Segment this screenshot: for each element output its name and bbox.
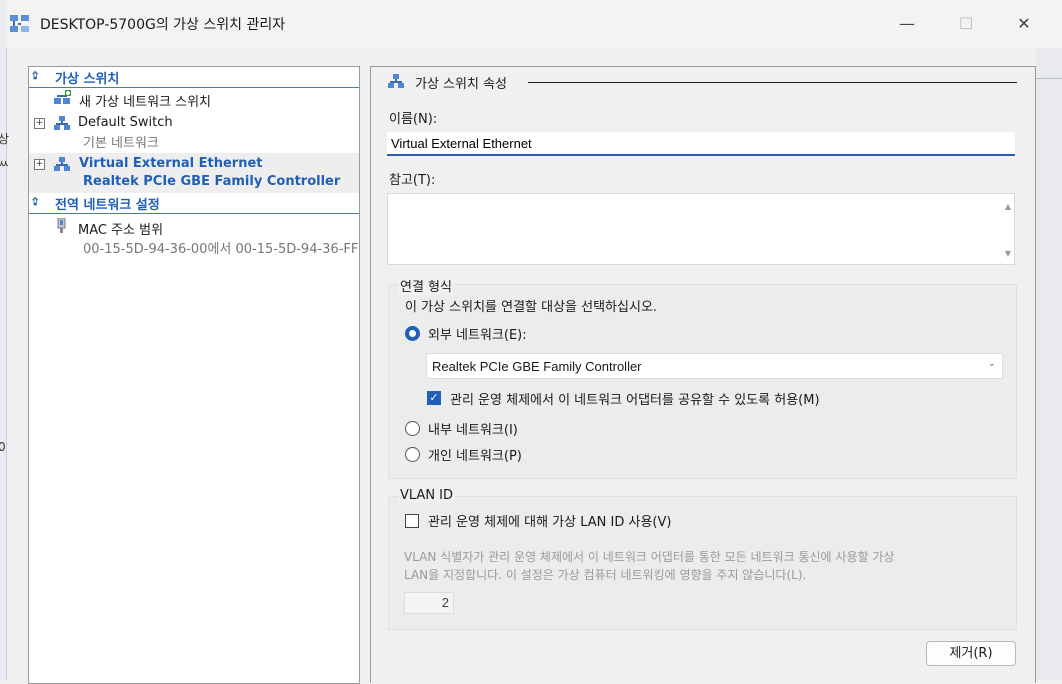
- notes-label: 참고(T):: [389, 173, 436, 188]
- adapter-dropdown-value: Realtek PCIe GBE Family Controller: [432, 359, 642, 374]
- vlan-enable-label[interactable]: 관리 운영 체제에 대해 가상 LAN ID 사용(V): [428, 511, 671, 530]
- background-char: ㅆ: [0, 157, 10, 171]
- background-window-right: [1036, 40, 1062, 680]
- section-global-network[interactable]: ⮸ 전역 네트워크 설정: [29, 193, 359, 214]
- network-switch-icon: [54, 157, 70, 171]
- virtual-switch-manager-icon: [10, 15, 29, 32]
- connection-prompt: 이 가상 스위치를 연결할 대상을 선택하십시오.: [405, 300, 658, 315]
- maximize-button[interactable]: ☐: [953, 12, 979, 36]
- network-adapter-icon: [57, 218, 66, 233]
- window-title: DESKTOP-5700G의 가상 스위치 관리자: [40, 17, 286, 33]
- tree-item-default-switch[interactable]: Default Switch: [78, 115, 173, 130]
- new-switch-icon: [54, 90, 71, 104]
- minimize-button[interactable]: —: [894, 12, 920, 36]
- vlan-description-line2: LAN을 지정합니다. 이 설정은 가상 컴퓨터 네트워킹에 영향을 주지 않습…: [404, 568, 807, 582]
- vlan-description-line1: VLAN 식별자가 관리 운영 체제에서 이 네트워크 어댑터를 통한 모든 네…: [404, 550, 895, 564]
- collapse-chevron-icon[interactable]: ⮸: [32, 195, 38, 212]
- close-button[interactable]: ✕: [1011, 12, 1037, 36]
- share-adapter-label[interactable]: 관리 운영 체제에서 이 네트워크 어댑터를 공유할 수 있도록 허용(M): [450, 389, 820, 408]
- external-network-radio[interactable]: [405, 326, 420, 341]
- vlan-id-input[interactable]: 2: [404, 592, 454, 614]
- expand-plus-icon[interactable]: +: [34, 159, 45, 170]
- section-label: 가상 스위치: [55, 72, 120, 87]
- name-label: 이름(N):: [389, 112, 438, 127]
- background-window-edge: 상 ㅆ 0: [0, 0, 10, 680]
- internal-network-radio[interactable]: [405, 421, 420, 436]
- network-switch-icon: [54, 116, 70, 130]
- tree-item-subtitle: 기본 네트워크: [83, 136, 159, 151]
- share-adapter-checkbox[interactable]: ✓: [427, 391, 441, 405]
- background-char: 상: [0, 132, 10, 146]
- external-network-label[interactable]: 외부 네트워크(E):: [428, 324, 527, 343]
- notes-textarea[interactable]: ▲ ▼: [387, 193, 1015, 265]
- adapter-dropdown[interactable]: Realtek PCIe GBE Family Controller ⌄: [426, 353, 1003, 379]
- scroll-up-icon[interactable]: ▲: [1005, 202, 1011, 211]
- private-network-label[interactable]: 개인 네트워크(P): [428, 445, 522, 464]
- internal-network-label[interactable]: 내부 네트워크(I): [428, 419, 518, 438]
- tree-item-subtitle: Realtek PCIe GBE Family Controller: [83, 174, 341, 189]
- chevron-down-icon: ⌄: [987, 358, 996, 369]
- tree-item-subtitle: 00-15-5D-94-36-00에서 00-15-5D-94-36-FF: [83, 242, 359, 257]
- tree-item-new-switch[interactable]: 새 가상 네트워크 스위치: [79, 91, 211, 110]
- background-char: 0: [0, 440, 6, 454]
- switch-name-input[interactable]: [387, 132, 1015, 156]
- heading-divider: [528, 82, 1017, 83]
- collapse-chevron-icon[interactable]: ⮸: [32, 69, 38, 86]
- tree-item-external-switch[interactable]: Virtual External Ethernet: [79, 156, 263, 171]
- network-switch-icon: [388, 74, 404, 88]
- section-virtual-switches[interactable]: ⮸ 가상 스위치: [29, 67, 359, 88]
- vlan-group-label: VLAN ID: [398, 488, 456, 503]
- section-label: 전역 네트워크 설정: [55, 198, 160, 213]
- navigation-tree[interactable]: ⮸ 가상 스위치 새 가상 네트워크 스위치 + Default Switch …: [28, 66, 360, 684]
- tree-item-mac-range[interactable]: MAC 주소 범위: [78, 219, 163, 238]
- connection-type-label: 연결 형식: [398, 276, 454, 295]
- private-network-radio[interactable]: [405, 447, 420, 462]
- scroll-down-icon[interactable]: ▼: [1005, 249, 1011, 258]
- expand-plus-icon[interactable]: +: [34, 118, 45, 129]
- properties-heading: 가상 스위치 속성: [415, 77, 507, 92]
- remove-button[interactable]: 제거(R): [926, 641, 1016, 666]
- vlan-enable-checkbox[interactable]: [405, 514, 419, 528]
